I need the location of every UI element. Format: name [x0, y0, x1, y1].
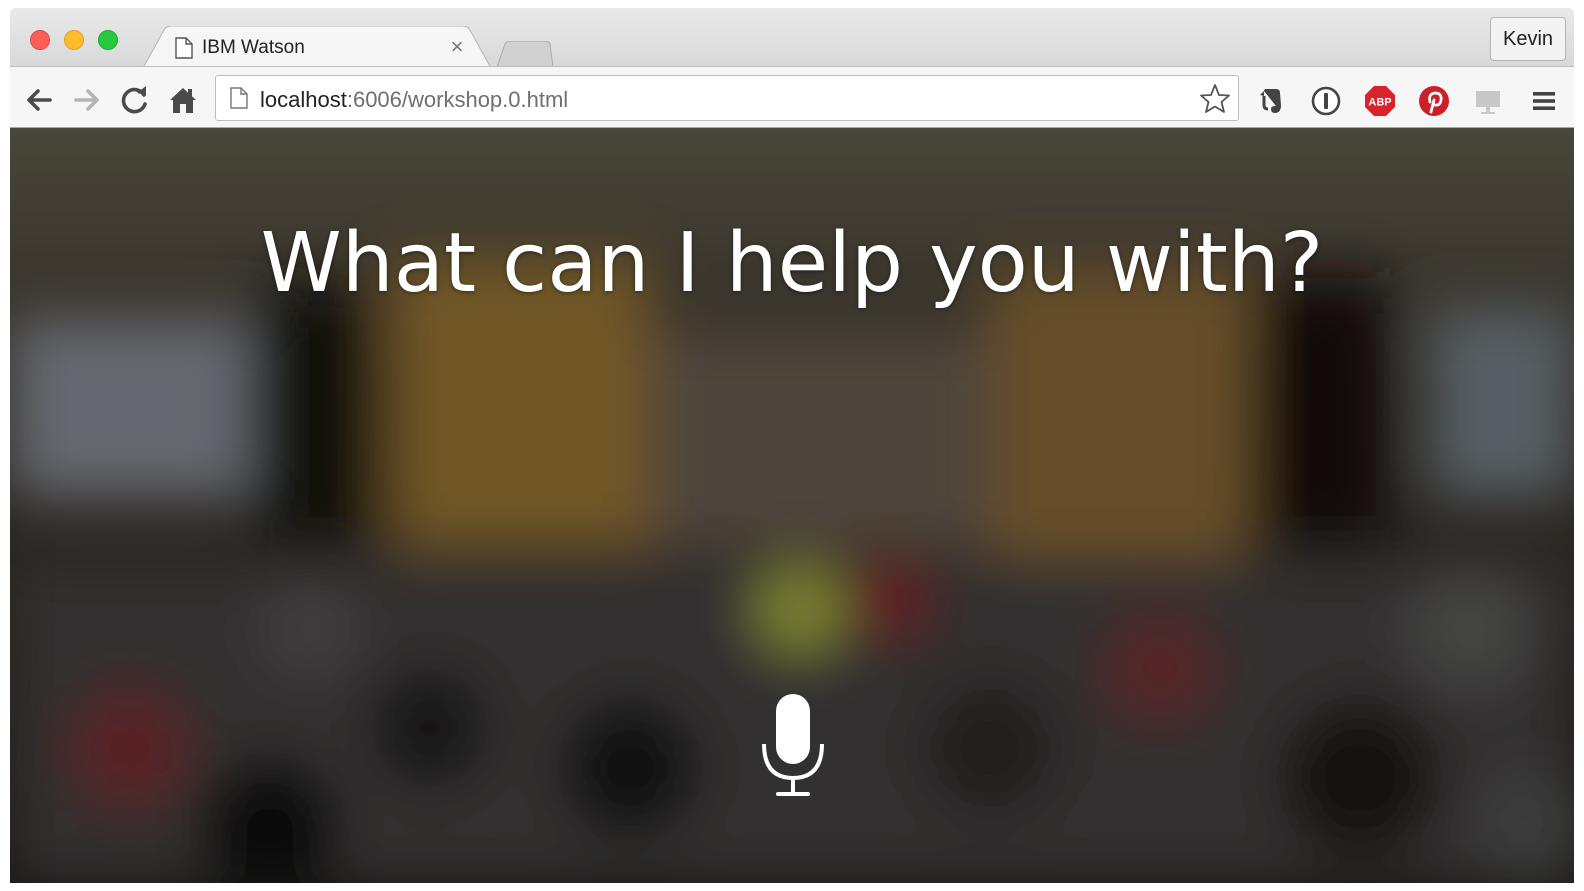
zoom-window-button[interactable]: [98, 30, 118, 50]
menu-icon[interactable]: [1528, 85, 1560, 117]
forward-arrow-icon[interactable]: [70, 83, 104, 117]
svg-text:ABP: ABP: [1368, 97, 1391, 109]
back-arrow-icon[interactable]: [22, 83, 56, 117]
bookmark-star-icon[interactable]: [1198, 82, 1232, 116]
profile-button[interactable]: Kevin: [1490, 17, 1566, 61]
url-text[interactable]: localhost:6006/workshop.0.html: [260, 87, 568, 113]
url-host: localhost: [260, 87, 347, 112]
pinterest-icon[interactable]: [1418, 85, 1450, 117]
tab-close-button[interactable]: ×: [446, 34, 468, 60]
page-headline: What can I help you with?: [260, 216, 1324, 311]
browser-window: IBM Watson × Kevin localhost:6006/worksh…: [10, 8, 1574, 883]
1password-icon[interactable]: [1310, 85, 1342, 117]
browser-toolbar: localhost:6006/workshop.0.html ABP: [10, 66, 1574, 128]
microphone-icon[interactable]: [758, 688, 828, 808]
page-content: What can I help you with?: [10, 128, 1574, 883]
reload-icon[interactable]: [118, 83, 152, 117]
cast-icon[interactable]: [1472, 85, 1504, 117]
tab-strip: IBM Watson × Kevin: [10, 8, 1574, 70]
adblock-plus-icon[interactable]: ABP: [1364, 85, 1396, 117]
tab-ibm-watson[interactable]: [142, 26, 492, 70]
home-icon[interactable]: [166, 83, 200, 117]
address-bar[interactable]: localhost:6006/workshop.0.html: [215, 75, 1239, 121]
document-icon: [175, 37, 193, 59]
evernote-icon[interactable]: [1256, 85, 1288, 117]
tab-title: IBM Watson: [202, 37, 305, 58]
minimize-window-button[interactable]: [64, 30, 84, 50]
url-path: :6006/workshop.0.html: [346, 87, 569, 112]
close-window-button[interactable]: [30, 30, 50, 50]
page-info-icon[interactable]: [230, 87, 248, 109]
new-tab-button[interactable]: [497, 41, 553, 67]
